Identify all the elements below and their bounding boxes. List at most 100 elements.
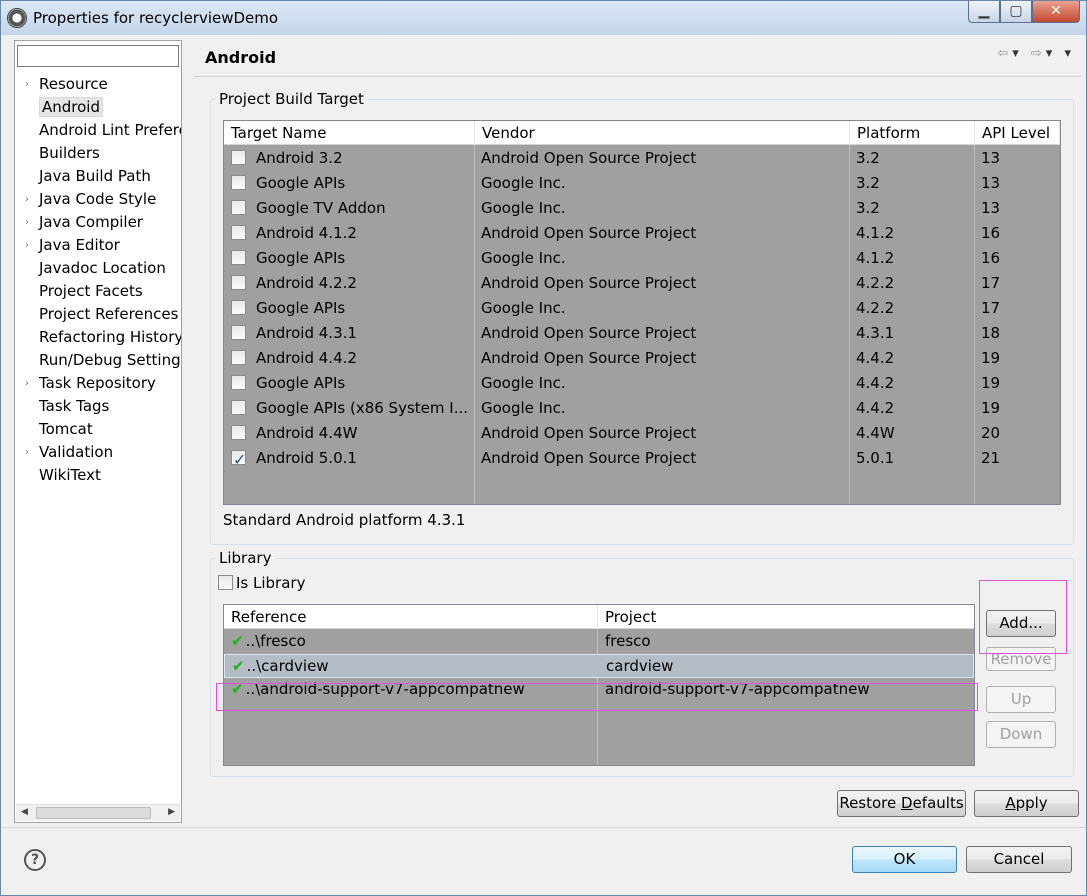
tree-item-task-repository[interactable]: › Task Repository xyxy=(15,373,181,396)
tree-item-java-compiler[interactable]: › Java Compiler xyxy=(15,212,181,235)
library-row[interactable]: ✔ ..\fresco fresco xyxy=(224,630,974,654)
column-header-api-level[interactable]: API Level xyxy=(975,121,1060,145)
table-row[interactable]: Google TV Addon Google Inc. 3.2 13 xyxy=(224,196,1060,221)
tree-item-android-lint-preferences[interactable]: Android Lint Preferences xyxy=(15,120,181,143)
column-header-project[interactable]: Project xyxy=(598,605,974,629)
tree-item-java-code-style[interactable]: › Java Code Style xyxy=(15,189,181,212)
column-header-target-name[interactable]: Target Name xyxy=(224,121,475,145)
table-row[interactable]: Android 5.0.1 Android Open Source Project… xyxy=(224,446,1060,471)
target-checkbox[interactable] xyxy=(231,225,246,240)
tree-item-refactoring-history[interactable]: Refactoring History xyxy=(15,327,181,350)
target-name-cell: Google APIs (x86 System I... xyxy=(224,396,474,421)
apply-button[interactable]: Apply xyxy=(974,790,1079,817)
target-name-cell: Android 4.3.1 xyxy=(224,321,474,346)
tree-item-android[interactable]: Android xyxy=(15,97,181,120)
target-checkbox[interactable] xyxy=(231,425,246,440)
restore-defaults-button[interactable]: Restore Defaults xyxy=(837,790,966,817)
target-name-cell: Android 3.2 xyxy=(224,146,474,171)
target-checkbox[interactable] xyxy=(231,300,246,315)
expand-arrow-icon[interactable]: › xyxy=(25,74,29,95)
view-menu-icon[interactable]: ▾ xyxy=(1064,46,1075,61)
tree-item-java-editor[interactable]: › Java Editor xyxy=(15,235,181,258)
target-checkbox[interactable] xyxy=(231,175,246,190)
tree-item-run-debug-settings[interactable]: Run/Debug Settings xyxy=(15,350,181,373)
platform-cell: 3.2 xyxy=(856,174,880,192)
build-target-table[interactable]: Target Name Vendor Platform API Level An… xyxy=(223,120,1061,505)
tree-item-tomcat[interactable]: Tomcat xyxy=(15,419,181,442)
platform-cell: 4.1.2 xyxy=(856,224,895,242)
expand-arrow-icon[interactable]: › xyxy=(25,212,29,233)
title-bar[interactable]: Properties for recyclerviewDemo ▁ ▢ ✕ xyxy=(1,1,1086,35)
is-library-checkbox[interactable]: Is Library xyxy=(218,574,305,592)
move-down-button[interactable]: Down xyxy=(986,721,1056,748)
column-header-reference[interactable]: Reference xyxy=(224,605,598,629)
table-row[interactable]: Google APIs Google Inc. 4.2.2 17 xyxy=(224,296,1060,321)
target-checkbox[interactable] xyxy=(231,275,246,290)
forward-arrow-icon[interactable]: ⇨ xyxy=(1031,46,1046,61)
tree-item-builders[interactable]: Builders xyxy=(15,143,181,166)
tree-item-label: Project Facets xyxy=(39,282,143,300)
target-checkbox[interactable] xyxy=(231,375,246,390)
filter-input[interactable] xyxy=(17,45,179,67)
back-arrow-icon[interactable]: ⇦ xyxy=(997,46,1012,61)
tree-item-java-build-path[interactable]: Java Build Path xyxy=(15,166,181,189)
cancel-button[interactable]: Cancel xyxy=(966,846,1072,873)
scrollbar-thumb[interactable] xyxy=(36,807,151,819)
table-row[interactable]: Android 4.4W Android Open Source Project 4… xyxy=(224,421,1060,446)
table-row[interactable]: Android 3.2 Android Open Source Project 3.… xyxy=(224,146,1060,171)
library-row[interactable]: ✔ ..\cardview cardview xyxy=(224,654,974,678)
table-row[interactable]: Android 4.3.1 Android Open Source Project… xyxy=(224,321,1060,346)
close-icon[interactable]: ✕ xyxy=(1032,1,1080,23)
table-row[interactable]: Google APIs Google Inc. 4.1.2 16 xyxy=(224,246,1060,271)
table-row[interactable]: Android 4.4.2 Android Open Source Project… xyxy=(224,346,1060,371)
table-row[interactable]: Android 4.1.2 Android Open Source Project… xyxy=(224,221,1060,246)
table-row[interactable]: Android 4.2.2 Android Open Source Project… xyxy=(224,271,1060,296)
column-header-vendor[interactable]: Vendor xyxy=(475,121,850,145)
expand-arrow-icon[interactable]: › xyxy=(25,235,29,256)
target-name: Google APIs xyxy=(256,174,346,192)
tree-item-label: Task Repository xyxy=(39,374,156,392)
minimize-icon[interactable]: ▁ xyxy=(968,1,1000,23)
expand-arrow-icon[interactable]: › xyxy=(25,189,29,210)
column-header-platform[interactable]: Platform xyxy=(850,121,975,145)
scroll-left-icon[interactable]: ◀ xyxy=(21,807,28,817)
target-name: Google TV Addon xyxy=(256,199,386,217)
scroll-right-icon[interactable]: ▶ xyxy=(168,807,175,817)
target-name: Android 3.2 xyxy=(256,149,343,167)
forward-dropdown-icon[interactable]: ▾ xyxy=(1046,46,1057,61)
check-icon: ✔ xyxy=(231,632,244,650)
checkbox-icon[interactable] xyxy=(218,575,233,590)
table-row[interactable]: Google APIs Google Inc. 4.4.2 19 xyxy=(224,371,1060,396)
back-dropdown-icon[interactable]: ▾ xyxy=(1012,46,1023,61)
target-checkbox[interactable] xyxy=(231,325,246,340)
tree-item-project-facets[interactable]: Project Facets xyxy=(15,281,181,304)
target-checkbox[interactable] xyxy=(231,350,246,365)
page-header: Android ⇦▾ ⇨▾ ▾ xyxy=(194,40,1081,74)
tree-item-label: Android Lint Preferences xyxy=(39,121,181,139)
target-checkbox[interactable] xyxy=(231,447,246,471)
expand-arrow-icon[interactable]: › xyxy=(25,373,29,394)
tree-item-project-references[interactable]: Project References xyxy=(15,304,181,327)
target-checkbox[interactable] xyxy=(231,150,246,165)
help-icon[interactable]: ? xyxy=(24,849,46,871)
ok-button[interactable]: OK xyxy=(852,846,957,873)
api-cell: 13 xyxy=(981,199,1001,217)
target-name: Android 4.4.2 xyxy=(256,349,357,367)
tree-item-wikitext[interactable]: WikiText xyxy=(15,465,181,488)
tree-item-task-tags[interactable]: Task Tags xyxy=(15,396,181,419)
target-name-cell: Google APIs xyxy=(224,246,474,271)
tree-item-label: Run/Debug Settings xyxy=(39,351,181,369)
target-checkbox[interactable] xyxy=(231,250,246,265)
expand-arrow-icon[interactable]: › xyxy=(25,442,29,463)
table-row[interactable]: Google APIs Google Inc. 3.2 13 xyxy=(224,171,1060,196)
tree-item-javadoc-location[interactable]: Javadoc Location xyxy=(15,258,181,281)
horizontal-scrollbar[interactable]: ◀ ▶ xyxy=(16,804,180,821)
maximize-icon[interactable]: ▢ xyxy=(1000,1,1032,23)
move-up-button[interactable]: Up xyxy=(986,686,1056,713)
target-checkbox[interactable] xyxy=(231,200,246,215)
target-checkbox[interactable] xyxy=(231,400,246,415)
target-name: Google APIs xyxy=(256,249,346,267)
tree-item-resource[interactable]: › Resource xyxy=(15,74,181,97)
tree-item-validation[interactable]: › Validation xyxy=(15,442,181,465)
table-row[interactable]: Google APIs (x86 System I... Google Inc. 4… xyxy=(224,396,1060,421)
